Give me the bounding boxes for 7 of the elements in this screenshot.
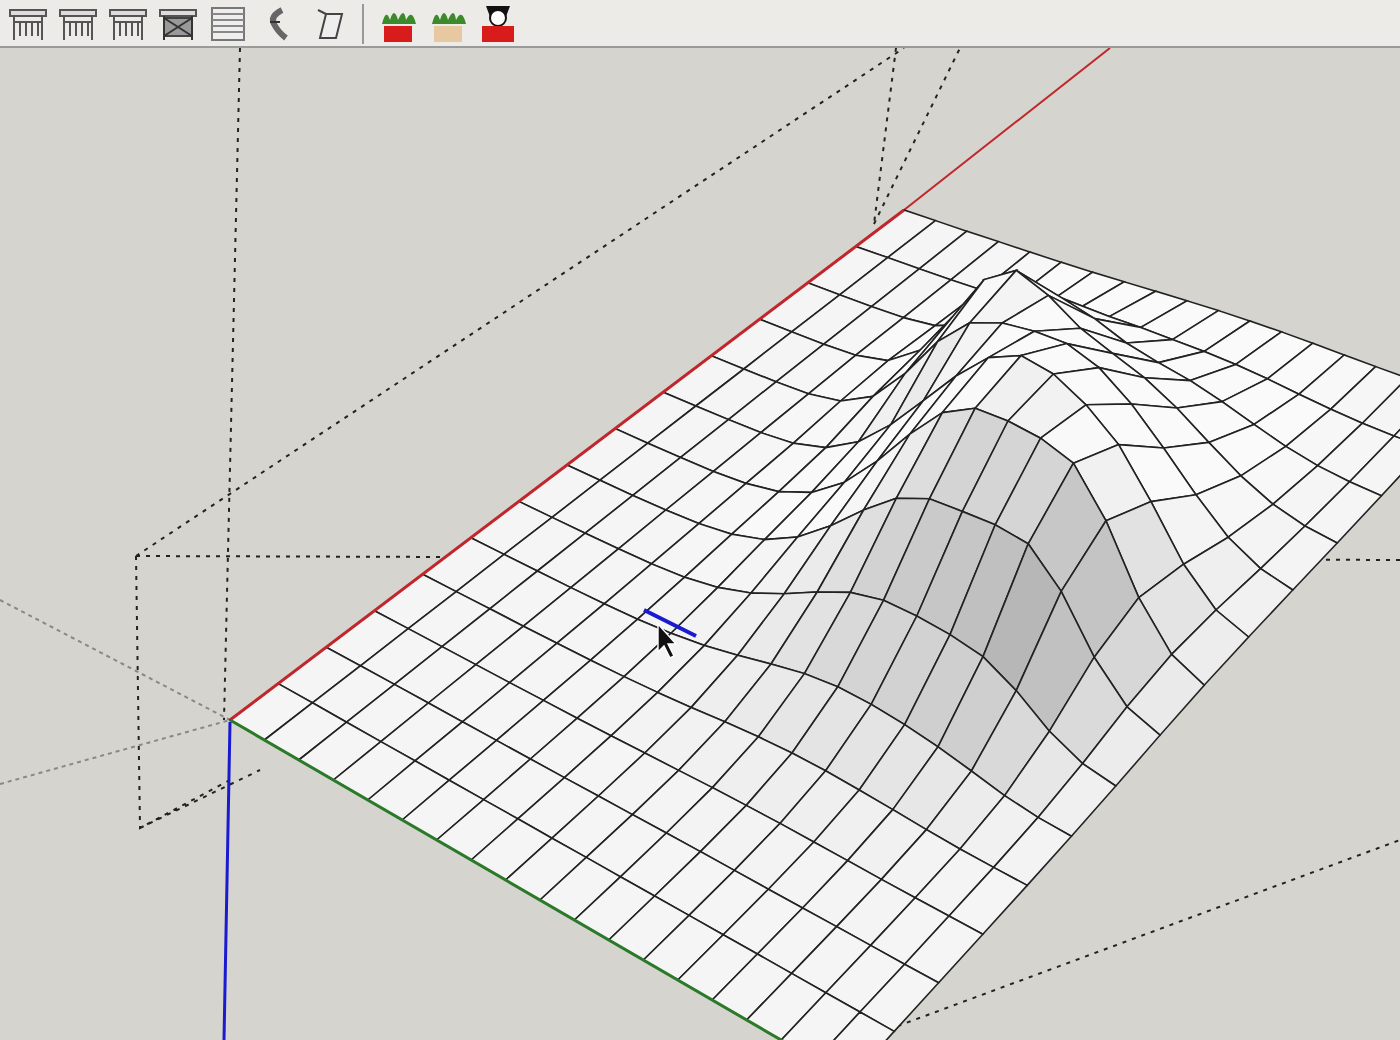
railing-icon [8,5,48,41]
railing-icon [58,5,98,41]
lattice-icon [158,5,198,41]
railing-icon [108,5,148,41]
selected-edge-line [643,608,697,638]
louver-icon [208,5,248,41]
cursor-arrow-icon [657,622,678,659]
